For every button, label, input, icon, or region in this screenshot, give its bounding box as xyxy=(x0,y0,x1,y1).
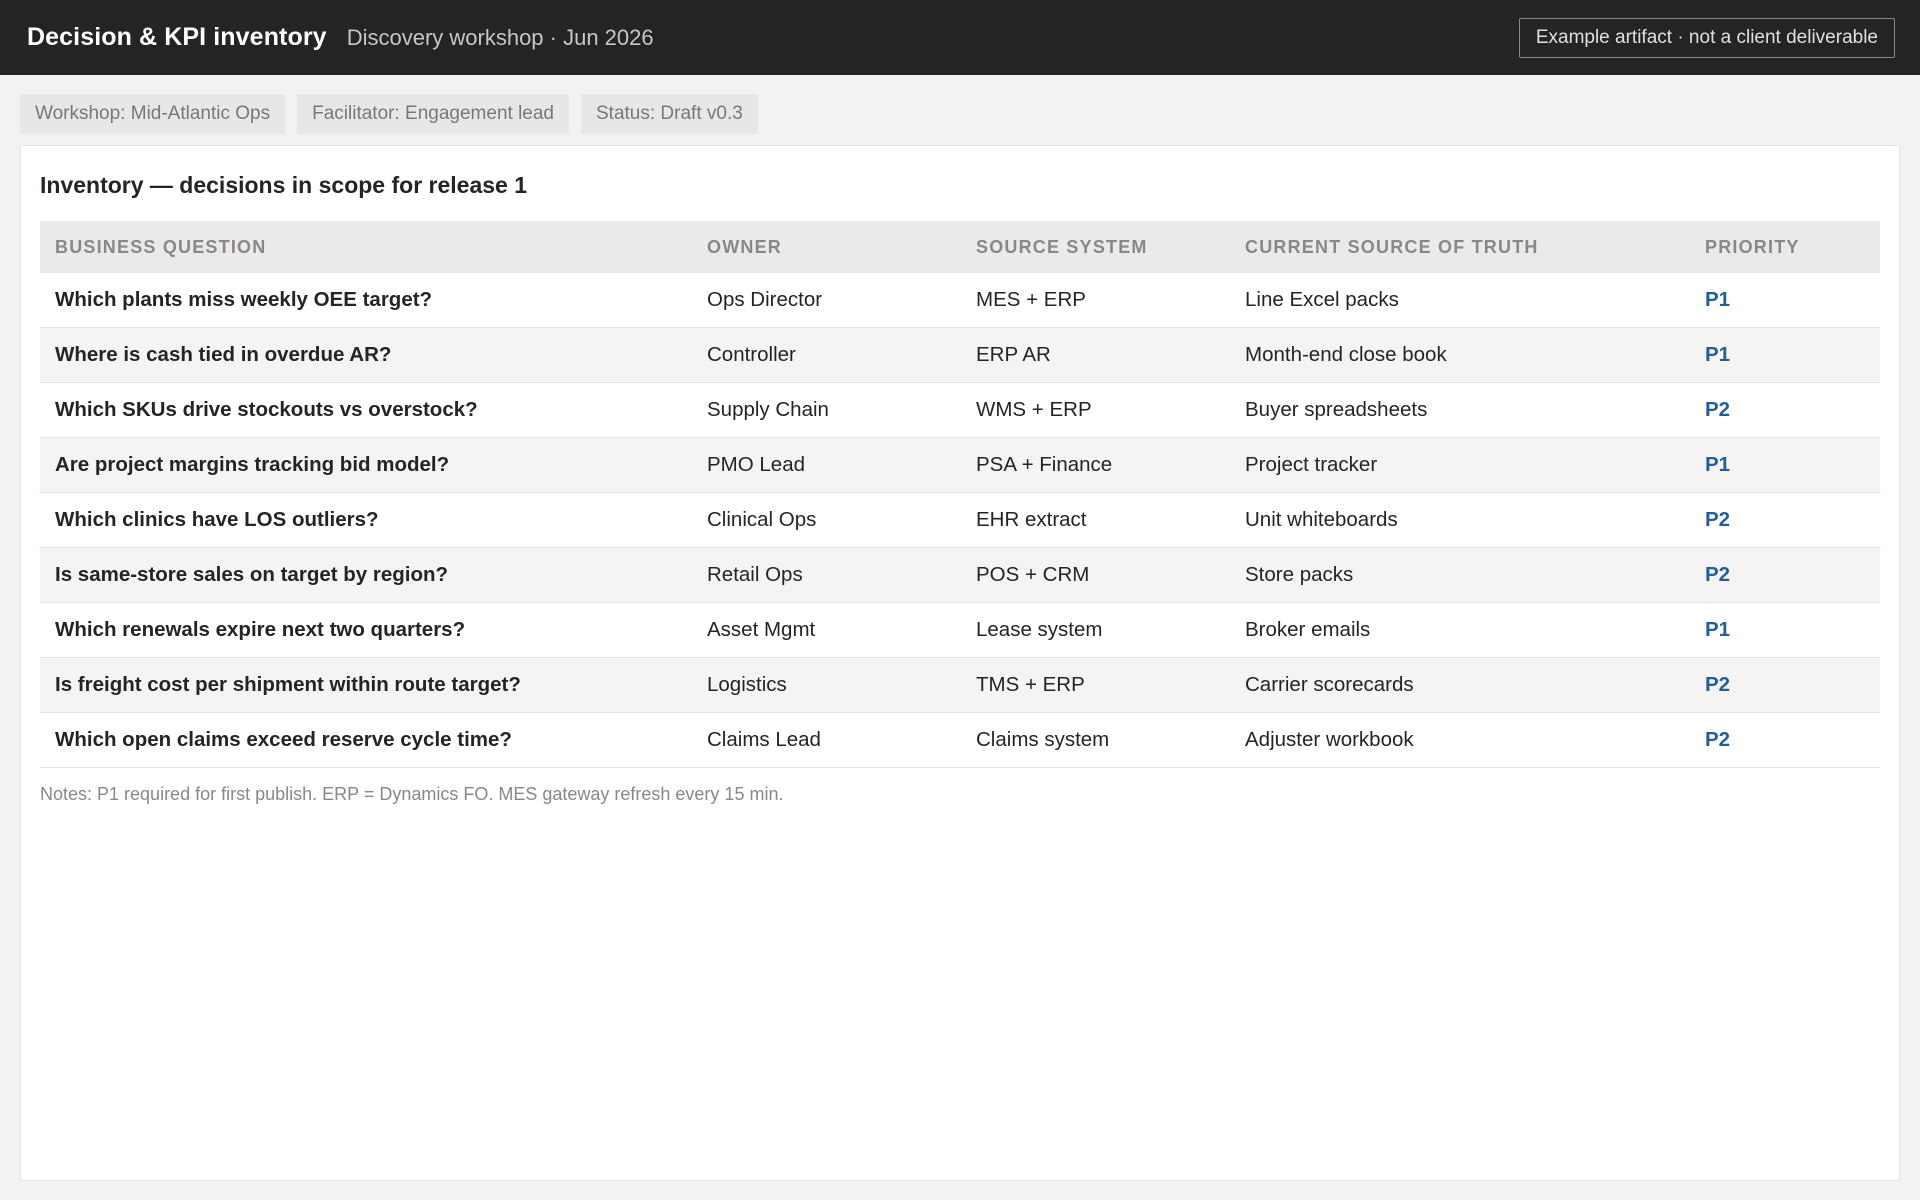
cell-source: MES + ERP xyxy=(961,273,1230,328)
table-row[interactable]: Is same-store sales on target by region?… xyxy=(40,547,1880,603)
cell-owner: Ops Director xyxy=(692,273,961,328)
cell-truth: Project tracker xyxy=(1230,437,1690,493)
cell-truth: Line Excel packs xyxy=(1230,273,1690,328)
cell-source: Lease system xyxy=(961,602,1230,658)
status-chip: Status: Draft v0.3 xyxy=(581,94,758,134)
top-bar: Decision & KPI inventory Discovery works… xyxy=(0,0,1920,75)
page-subtitle: Discovery workshop · Jun 2026 xyxy=(346,24,654,50)
cell-truth: Month-end close book xyxy=(1230,327,1690,383)
cell-question: Which renewals expire next two quarters? xyxy=(40,602,692,658)
workshop-chip: Workshop: Mid-Atlantic Ops xyxy=(20,94,286,134)
cell-question: Where is cash tied in overdue AR? xyxy=(40,327,692,383)
cell-question: Which clinics have LOS outliers? xyxy=(40,492,692,548)
cell-owner: Claims Lead xyxy=(692,712,961,768)
cell-owner: Clinical Ops xyxy=(692,492,961,548)
table-row[interactable]: Are project margins tracking bid model? … xyxy=(40,437,1880,493)
cell-truth: Store packs xyxy=(1230,547,1690,603)
cell-priority: P2 xyxy=(1690,712,1880,768)
cell-priority: P1 xyxy=(1690,273,1880,328)
table-row[interactable]: Which renewals expire next two quarters?… xyxy=(40,602,1880,658)
cell-question: Are project margins tracking bid model? xyxy=(40,437,692,493)
inventory-panel: Inventory — decisions in scope for relea… xyxy=(20,145,1900,1181)
cell-source: EHR extract xyxy=(961,492,1230,548)
table-row[interactable]: Which plants miss weekly OEE target? Ops… xyxy=(40,273,1880,328)
cell-question: Which SKUs drive stockouts vs overstock? xyxy=(40,382,692,438)
cell-owner: Supply Chain xyxy=(692,382,961,438)
column-header-source[interactable]: Source system xyxy=(961,221,1230,273)
cell-owner: PMO Lead xyxy=(692,437,961,493)
cell-truth: Broker emails xyxy=(1230,602,1690,658)
cell-question: Which plants miss weekly OEE target? xyxy=(40,273,692,328)
table-row[interactable]: Where is cash tied in overdue AR? Contro… xyxy=(40,327,1880,383)
cell-source: POS + CRM xyxy=(961,547,1230,603)
column-header-question[interactable]: Business question xyxy=(40,221,692,273)
cell-owner: Logistics xyxy=(692,657,961,713)
cell-source: Claims system xyxy=(961,712,1230,768)
cell-source: TMS + ERP xyxy=(961,657,1230,713)
cell-question: Which open claims exceed reserve cycle t… xyxy=(40,712,692,768)
disclaimer-badge: Example artifact · not a client delivera… xyxy=(1518,17,1895,58)
cell-owner: Retail Ops xyxy=(692,547,961,603)
cell-source: ERP AR xyxy=(961,327,1230,383)
cell-owner: Controller xyxy=(692,327,961,383)
cell-priority: P2 xyxy=(1690,547,1880,603)
facilitator-chip: Facilitator: Engagement lead xyxy=(297,94,569,134)
cell-owner: Asset Mgmt xyxy=(692,602,961,658)
inventory-table: Business question Owner Source system Cu… xyxy=(40,221,1880,768)
inventory-title: Inventory — decisions in scope for relea… xyxy=(40,172,528,198)
cell-priority: P1 xyxy=(1690,437,1880,493)
cell-source: PSA + Finance xyxy=(961,437,1230,493)
cell-question: Is same-store sales on target by region? xyxy=(40,547,692,603)
cell-truth: Adjuster workbook xyxy=(1230,712,1690,768)
table-header-row: Business question Owner Source system Cu… xyxy=(40,221,1880,273)
cell-truth: Unit whiteboards xyxy=(1230,492,1690,548)
cell-priority: P1 xyxy=(1690,327,1880,383)
table-row[interactable]: Which open claims exceed reserve cycle t… xyxy=(40,712,1880,768)
page-title: Decision & KPI inventory xyxy=(27,23,327,51)
table-row[interactable]: Is freight cost per shipment within rout… xyxy=(40,657,1880,713)
cell-question: Is freight cost per shipment within rout… xyxy=(40,657,692,713)
cell-source: WMS + ERP xyxy=(961,382,1230,438)
cell-priority: P2 xyxy=(1690,492,1880,548)
cell-truth: Buyer spreadsheets xyxy=(1230,382,1690,438)
cell-priority: P2 xyxy=(1690,382,1880,438)
table-notes: Notes: P1 required for first publish. ER… xyxy=(40,784,784,804)
table-row[interactable]: Which clinics have LOS outliers? Clinica… xyxy=(40,492,1880,548)
column-header-priority[interactable]: Priority xyxy=(1690,221,1880,273)
cell-truth: Carrier scorecards xyxy=(1230,657,1690,713)
column-header-owner[interactable]: Owner xyxy=(692,221,961,273)
column-header-truth[interactable]: Current source of truth xyxy=(1230,221,1690,273)
cell-priority: P1 xyxy=(1690,602,1880,658)
cell-priority: P2 xyxy=(1690,657,1880,713)
table-row[interactable]: Which SKUs drive stockouts vs overstock?… xyxy=(40,382,1880,438)
